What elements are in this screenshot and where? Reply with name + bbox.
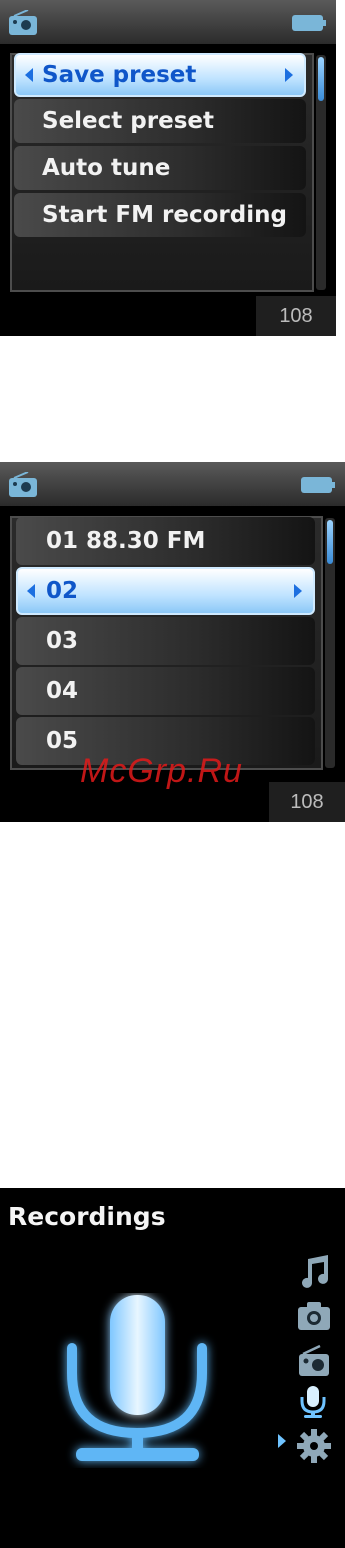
menu-item-label: Start FM recording [42,202,287,228]
radio-icon [9,472,37,497]
arrow-left-icon [27,584,35,598]
menu-item-label: Select preset [42,108,214,134]
recordings-screen: Recordings [0,1188,345,1548]
preset-label: 03 [46,628,79,654]
frequency-counter: 108 [269,782,345,822]
menu-item-save-preset[interactable]: Save preset [14,53,306,97]
status-bar [0,0,336,44]
scroll-thumb[interactable] [318,57,324,101]
preset-label: 05 [46,728,79,754]
scrollbar[interactable] [316,55,326,290]
preset-item-04[interactable]: 04 [16,667,315,715]
preset-label: 01 88.30 FM [46,528,206,554]
arrow-right-icon [294,584,302,598]
microphone-icon[interactable] [295,1384,331,1420]
menu-item-label: Auto tune [42,155,171,181]
preset-label: 02 [46,578,79,604]
nav-selection-pointer-icon [278,1434,286,1448]
menu-item-start-fm-recording[interactable]: Start FM recording [14,193,306,237]
menu-item-label: Save preset [42,62,197,88]
battery-icon [292,15,326,31]
watermark: McGrp.Ru [80,752,243,790]
fm-options-screen: Save preset Select preset Auto tune Star… [0,0,336,336]
gear-icon[interactable] [296,1428,332,1464]
menu-item-auto-tune[interactable]: Auto tune [14,146,306,190]
radio-icon [9,10,37,35]
microphone-icon [67,1295,207,1461]
scrollbar[interactable] [325,518,335,768]
preset-item-03[interactable]: 03 [16,617,315,665]
preset-label: 04 [46,678,79,704]
preset-item-01[interactable]: 01 88.30 FM [16,517,315,565]
battery-icon [301,477,335,493]
music-note-icon[interactable] [296,1253,332,1289]
arrow-right-icon [285,68,293,82]
camera-icon[interactable] [296,1298,332,1334]
arrow-left-icon [25,68,33,82]
preset-item-02[interactable]: 02 [16,567,315,615]
scroll-thumb[interactable] [327,520,333,564]
page-title: Recordings [8,1202,166,1231]
frequency-counter: 108 [256,296,336,336]
menu-item-select-preset[interactable]: Select preset [14,99,306,143]
radio-icon[interactable] [296,1343,332,1379]
status-bar [0,462,345,506]
